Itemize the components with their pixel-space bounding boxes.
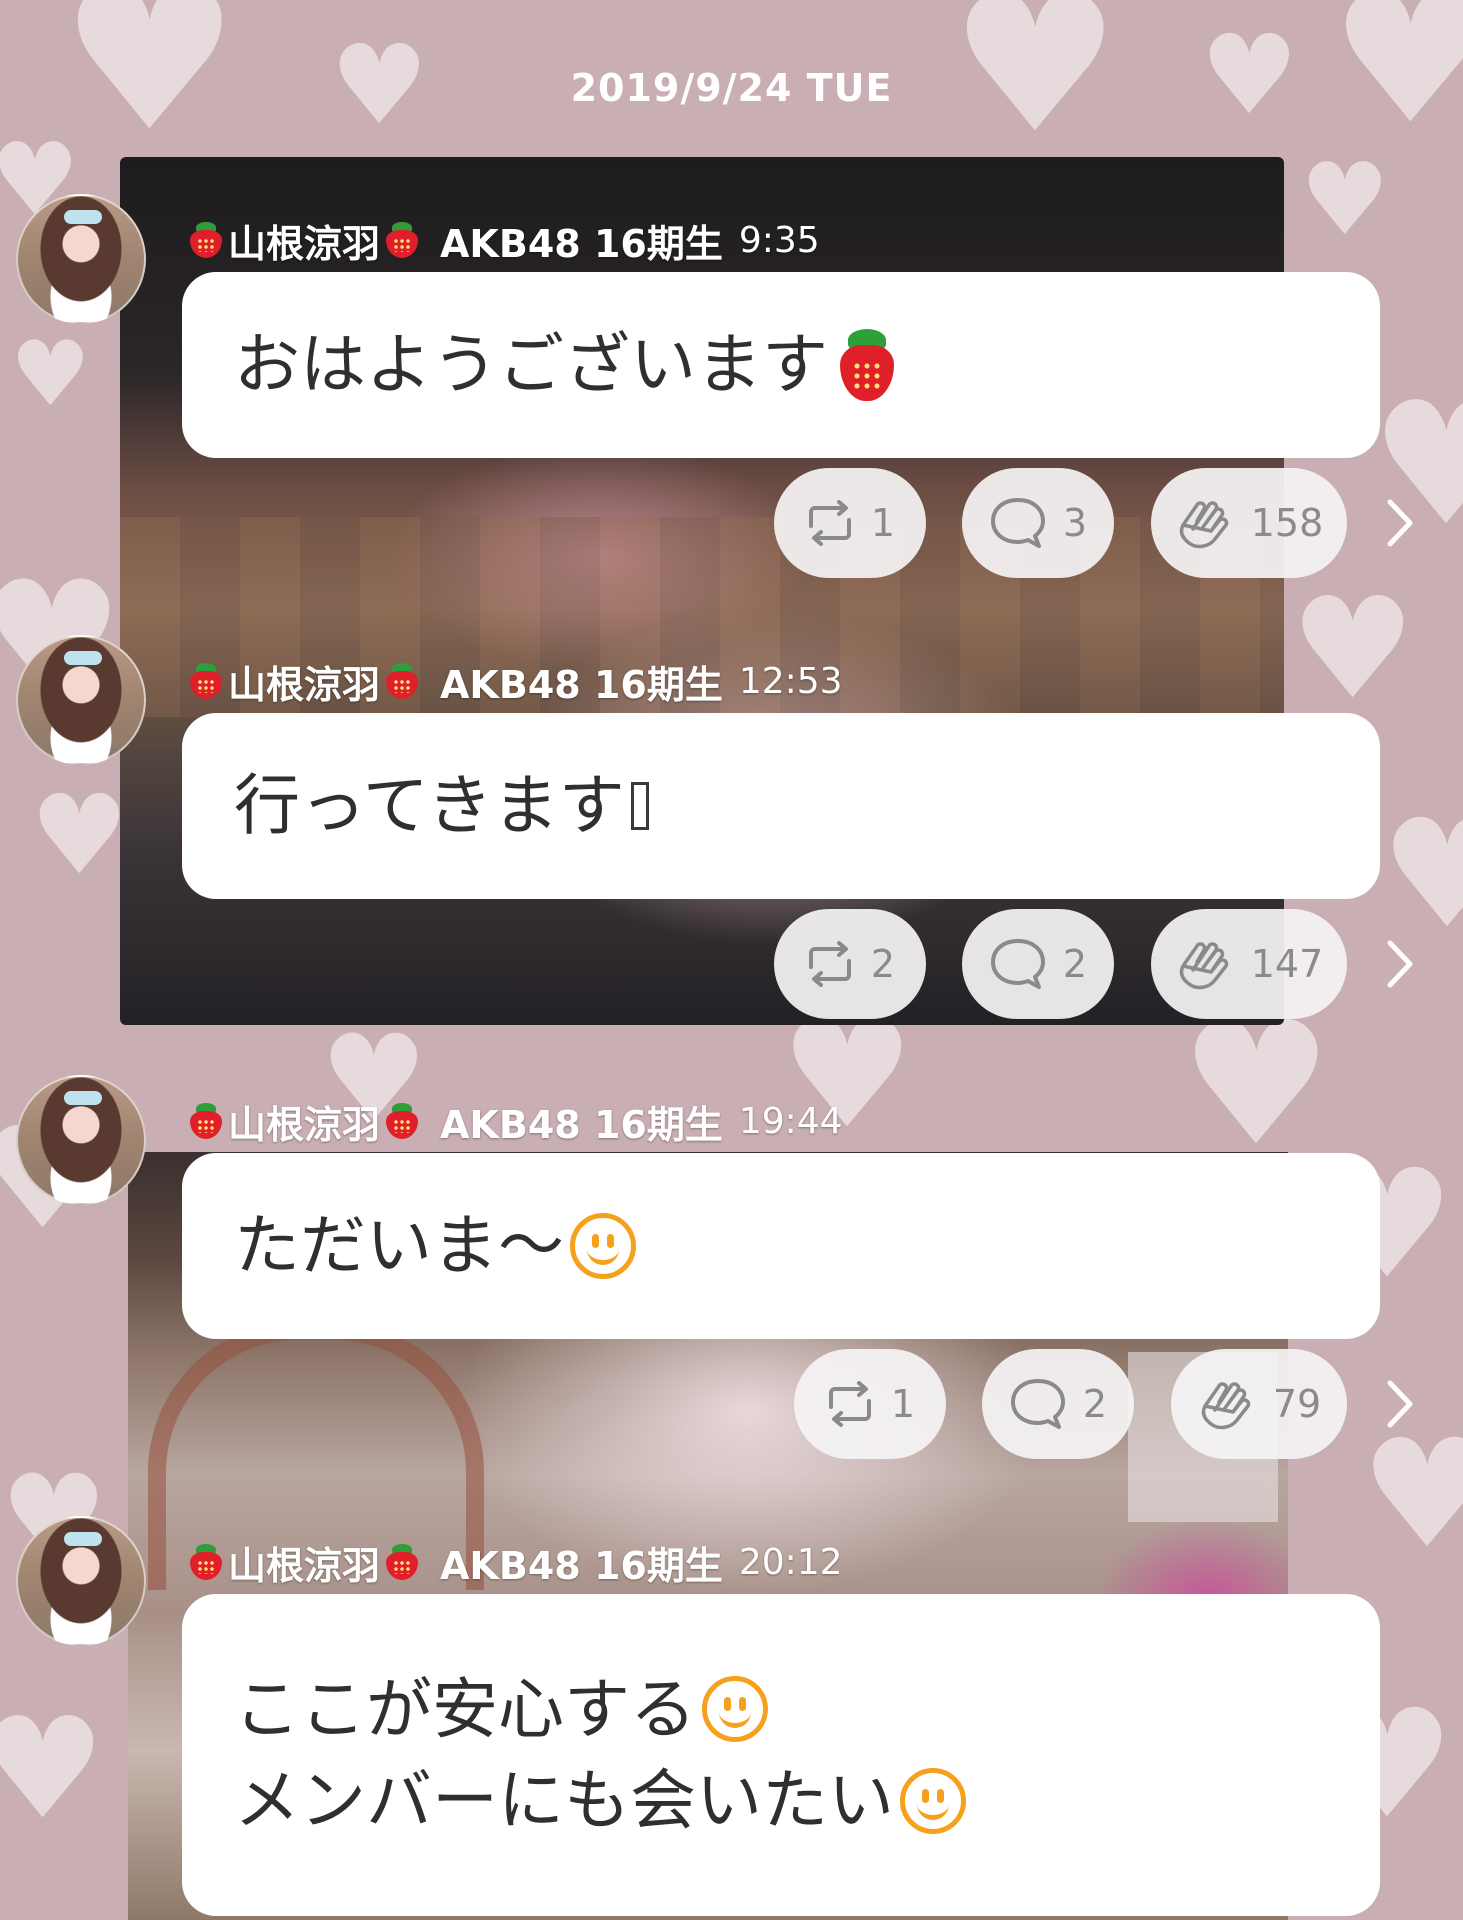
avatar[interactable] xyxy=(16,1516,146,1646)
heart-icon: ♥ xyxy=(1180,986,1333,1184)
clap-button[interactable]: 79 xyxy=(1171,1349,1347,1459)
strawberry-icon xyxy=(386,222,419,258)
heart-icon: ♥ xyxy=(1300,141,1390,258)
comment-button[interactable]: 3 xyxy=(962,468,1114,578)
retweet-icon xyxy=(828,1381,871,1427)
clap-button[interactable]: 158 xyxy=(1151,468,1347,578)
message-text: 行ってきます xyxy=(234,767,625,845)
post-meta: 山根涼羽 AKB48 16期生 19:44 xyxy=(190,1099,843,1147)
author-group: AKB48 16期生 xyxy=(440,662,723,707)
strawberry-icon xyxy=(190,1103,222,1139)
message-line: ただいま〜 xyxy=(234,1206,1328,1285)
post-time: 20:12 xyxy=(738,1541,843,1583)
message-line: メンバーにも会いたい xyxy=(234,1761,1328,1840)
post-actions: 2 2 147 xyxy=(0,909,1463,1019)
message-text: メンバーにも会いたい xyxy=(234,1762,894,1839)
comment-count: 3 xyxy=(1062,501,1088,545)
author-name: 山根涼羽 xyxy=(228,1102,381,1147)
comment-button[interactable]: 2 xyxy=(962,909,1114,1019)
message-text: ここが安心する xyxy=(234,1670,696,1748)
clap-count: 147 xyxy=(1250,942,1324,986)
retweet-button[interactable]: 1 xyxy=(774,468,926,578)
strawberry-icon xyxy=(190,663,222,699)
chevron-right-icon[interactable] xyxy=(1380,937,1420,991)
retweet-icon xyxy=(808,500,851,546)
chevron-right-icon[interactable] xyxy=(1380,496,1420,550)
missing-glyph-icon xyxy=(630,782,649,830)
message-text: おはようございます xyxy=(234,326,828,404)
chevron-right-icon[interactable] xyxy=(1380,1377,1420,1431)
message-bubble[interactable]: ここが安心する メンバーにも会いたい xyxy=(182,1594,1380,1916)
clap-count: 158 xyxy=(1250,501,1324,545)
comment-icon xyxy=(990,939,1045,989)
strawberry-icon xyxy=(386,1544,419,1580)
comment-count: 2 xyxy=(1082,1382,1108,1426)
smile-icon xyxy=(570,1213,636,1279)
retweet-button[interactable]: 2 xyxy=(774,909,926,1019)
post-time: 9:35 xyxy=(738,219,820,261)
comment-button[interactable]: 2 xyxy=(982,1349,1134,1459)
retweet-count: 2 xyxy=(870,942,896,986)
author-group: AKB48 16期生 xyxy=(440,1543,723,1588)
post-time: 19:44 xyxy=(738,1100,843,1142)
heart-icon: ♥ xyxy=(0,1688,106,1851)
retweet-button[interactable]: 1 xyxy=(794,1349,946,1459)
smile-icon xyxy=(900,1767,966,1834)
post-time: 12:53 xyxy=(738,660,843,702)
comment-icon xyxy=(1010,1379,1065,1429)
heart-icon: ♥ xyxy=(30,771,129,899)
message-line: おはようございます xyxy=(234,325,1328,404)
strawberry-icon xyxy=(190,1544,222,1580)
hair-bow xyxy=(64,1091,102,1105)
author-name: 山根涼羽 xyxy=(228,221,381,266)
retweet-count: 1 xyxy=(890,1382,916,1426)
retweet-icon xyxy=(808,941,851,987)
strawberry-icon xyxy=(190,222,222,258)
post-meta: 山根涼羽 AKB48 16期生 20:12 xyxy=(190,1540,843,1588)
author-group: AKB48 16期生 xyxy=(440,221,723,266)
heart-icon: ♥ xyxy=(1290,568,1416,731)
clap-button[interactable]: 147 xyxy=(1151,909,1347,1019)
comment-icon xyxy=(990,498,1045,548)
post-actions: 1 3 158 xyxy=(0,468,1463,578)
message-line: 行ってきます xyxy=(234,766,1328,845)
clap-icon xyxy=(1179,942,1228,990)
message-bubble[interactable]: おはようございます xyxy=(182,272,1380,458)
message-bubble[interactable]: 行ってきます xyxy=(182,713,1380,899)
avatar[interactable] xyxy=(16,1075,146,1205)
date-header: 2019/9/24 TUE xyxy=(570,66,893,110)
author-name: 山根涼羽 xyxy=(228,662,381,707)
clap-icon xyxy=(1179,501,1228,549)
clap-icon xyxy=(1201,1382,1251,1430)
message-text: ただいま〜 xyxy=(234,1207,564,1285)
author-name: 山根涼羽 xyxy=(228,1543,381,1588)
avatar[interactable] xyxy=(16,194,146,324)
strawberry-icon xyxy=(386,663,419,699)
hair-bow xyxy=(64,210,102,224)
message-line: ここが安心する xyxy=(234,1670,1328,1749)
clap-count: 79 xyxy=(1272,1382,1322,1426)
post-meta: 山根涼羽 AKB48 16期生 9:35 xyxy=(190,218,820,266)
retweet-count: 1 xyxy=(870,501,896,545)
hair-bow xyxy=(64,651,102,665)
heart-icon: ♥ xyxy=(10,322,91,427)
post-meta: 山根涼羽 AKB48 16期生 12:53 xyxy=(190,659,843,707)
smile-icon xyxy=(702,1676,768,1743)
strawberry-icon xyxy=(386,1103,419,1139)
post-actions: 1 2 79 xyxy=(0,1349,1463,1459)
avatar[interactable] xyxy=(16,635,146,765)
author-group: AKB48 16期生 xyxy=(440,1102,723,1147)
message-bubble[interactable]: ただいま〜 xyxy=(182,1153,1380,1339)
strawberry-icon xyxy=(840,329,894,401)
hair-bow xyxy=(64,1532,102,1546)
comment-count: 2 xyxy=(1062,942,1088,986)
